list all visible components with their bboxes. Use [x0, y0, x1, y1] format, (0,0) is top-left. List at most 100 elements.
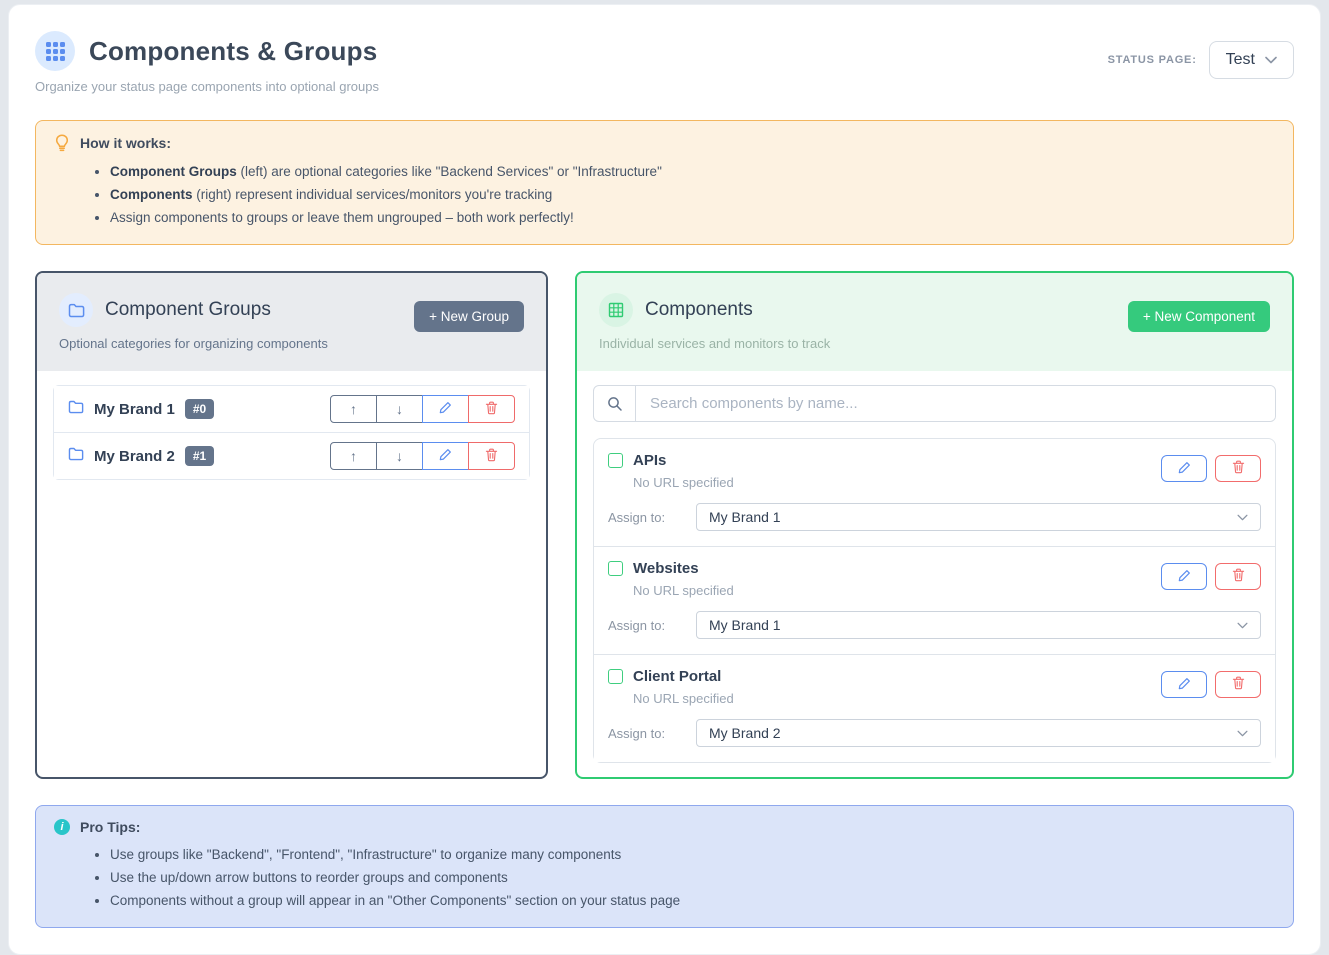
- down-arrow-icon: ↓: [396, 401, 403, 417]
- how-it-works-item-text: Assign components to groups or leave the…: [110, 210, 574, 225]
- assigned-group-value: My Brand 1: [709, 509, 781, 525]
- group-list: My Brand 1 #0 ↑ ↓: [53, 385, 530, 480]
- assign-to-label: Assign to:: [608, 726, 696, 741]
- group-row: My Brand 1 #0 ↑ ↓: [54, 386, 529, 432]
- how-it-works-item-text: (left) are optional categories like "Bac…: [237, 164, 662, 179]
- how-it-works-item: Component Groups (left) are optional cat…: [110, 160, 1275, 183]
- pencil-icon: [439, 448, 452, 464]
- component-checkbox[interactable]: [608, 561, 623, 576]
- assigned-group-value: My Brand 1: [709, 617, 781, 633]
- chevron-down-icon: [1237, 724, 1248, 742]
- assign-group-select[interactable]: My Brand 2: [696, 719, 1261, 747]
- component-url-status: No URL specified: [633, 583, 734, 598]
- move-up-button[interactable]: ↑: [330, 442, 377, 470]
- move-up-button[interactable]: ↑: [330, 395, 377, 423]
- pencil-icon: [1178, 677, 1191, 693]
- pencil-icon: [1178, 569, 1191, 585]
- group-actions: ↑ ↓: [330, 395, 515, 423]
- component-checkbox[interactable]: [608, 453, 623, 468]
- lightbulb-icon: [54, 134, 70, 152]
- group-row: My Brand 2 #1 ↑ ↓: [54, 432, 529, 479]
- edit-group-button[interactable]: [422, 395, 469, 423]
- assign-to-label: Assign to:: [608, 510, 696, 525]
- component-row: Websites No URL specified: [594, 546, 1275, 654]
- component-name: Client Portal: [633, 668, 721, 685]
- component-row: Client Portal No URL specified: [594, 654, 1275, 762]
- edit-component-button[interactable]: [1161, 455, 1207, 482]
- search-input[interactable]: [636, 386, 1275, 421]
- down-arrow-icon: ↓: [396, 448, 403, 464]
- new-group-button[interactable]: + New Group: [414, 301, 524, 332]
- chevron-down-icon: [1265, 51, 1277, 69]
- component-groups-title: Component Groups: [105, 299, 271, 321]
- info-icon: i: [54, 819, 70, 835]
- how-it-works-item: Assign components to groups or leave the…: [110, 206, 1275, 229]
- status-page-value: Test: [1226, 51, 1255, 69]
- component-groups-panel: Component Groups Optional categories for…: [35, 271, 548, 779]
- how-it-works-item-bold: Components: [110, 187, 193, 202]
- components-groups-icon: [35, 31, 75, 71]
- group-actions: ↑ ↓: [330, 442, 515, 470]
- pro-tips-list: Use groups like "Backend", "Frontend", "…: [110, 843, 1275, 912]
- group-name: My Brand 2: [94, 448, 175, 465]
- move-down-button[interactable]: ↓: [376, 442, 423, 470]
- delete-group-button[interactable]: [468, 442, 515, 470]
- how-it-works-list: Component Groups (left) are optional cat…: [110, 160, 1275, 229]
- trash-icon: [1232, 676, 1245, 693]
- pro-tips-item: Components without a group will appear i…: [110, 889, 1275, 912]
- delete-component-button[interactable]: [1215, 671, 1261, 698]
- how-it-works-title: How it works:: [80, 135, 171, 151]
- components-panel: Components Individual services and monit…: [575, 271, 1294, 779]
- component-url-status: No URL specified: [633, 691, 734, 706]
- how-it-works-item-text: (right) represent individual services/mo…: [193, 187, 553, 202]
- pencil-icon: [439, 401, 452, 417]
- component-groups-subtitle: Optional categories for organizing compo…: [59, 336, 328, 351]
- group-order-badge: #1: [185, 446, 214, 466]
- assign-group-select[interactable]: My Brand 1: [696, 503, 1261, 531]
- component-name: Websites: [633, 560, 699, 577]
- chevron-down-icon: [1237, 508, 1248, 526]
- search-icon: [594, 386, 636, 421]
- folder-icon: [59, 293, 93, 327]
- components-subtitle: Individual services and monitors to trac…: [599, 336, 830, 351]
- pro-tips-box: i Pro Tips: Use groups like "Backend", "…: [35, 805, 1294, 928]
- pencil-icon: [1178, 461, 1191, 477]
- folder-icon: [68, 447, 84, 466]
- status-page-label: STATUS PAGE:: [1108, 54, 1197, 66]
- component-url-status: No URL specified: [633, 475, 734, 490]
- components-header: Components Individual services and monit…: [577, 273, 1292, 371]
- up-arrow-icon: ↑: [350, 448, 357, 464]
- pro-tips-item: Use groups like "Backend", "Frontend", "…: [110, 843, 1275, 866]
- trash-icon: [485, 401, 498, 418]
- trash-icon: [1232, 460, 1245, 477]
- pro-tips-item: Use the up/down arrow buttons to reorder…: [110, 866, 1275, 889]
- page-subtitle: Organize your status page components int…: [35, 79, 379, 94]
- edit-component-button[interactable]: [1161, 563, 1207, 590]
- page-title: Components & Groups: [89, 36, 377, 67]
- group-order-badge: #0: [185, 399, 214, 419]
- how-it-works-item-bold: Component Groups: [110, 164, 237, 179]
- edit-group-button[interactable]: [422, 442, 469, 470]
- assign-to-label: Assign to:: [608, 618, 696, 633]
- delete-group-button[interactable]: [468, 395, 515, 423]
- table-grid-icon: [599, 293, 633, 327]
- trash-icon: [1232, 568, 1245, 585]
- page-card: Components & Groups Organize your status…: [8, 4, 1321, 955]
- component-name: APIs: [633, 452, 666, 469]
- status-page-select[interactable]: Test: [1209, 41, 1294, 79]
- assign-group-select[interactable]: My Brand 1: [696, 611, 1261, 639]
- new-component-button[interactable]: + New Component: [1128, 301, 1270, 332]
- folder-icon: [68, 400, 84, 419]
- component-actions: [1161, 560, 1261, 590]
- group-name: My Brand 1: [94, 401, 175, 418]
- component-checkbox[interactable]: [608, 669, 623, 684]
- up-arrow-icon: ↑: [350, 401, 357, 417]
- component-actions: [1161, 668, 1261, 698]
- how-it-works-box: How it works: Component Groups (left) ar…: [35, 120, 1294, 245]
- component-search: [593, 385, 1276, 422]
- move-down-button[interactable]: ↓: [376, 395, 423, 423]
- edit-component-button[interactable]: [1161, 671, 1207, 698]
- delete-component-button[interactable]: [1215, 563, 1261, 590]
- component-groups-header: Component Groups Optional categories for…: [37, 273, 546, 371]
- delete-component-button[interactable]: [1215, 455, 1261, 482]
